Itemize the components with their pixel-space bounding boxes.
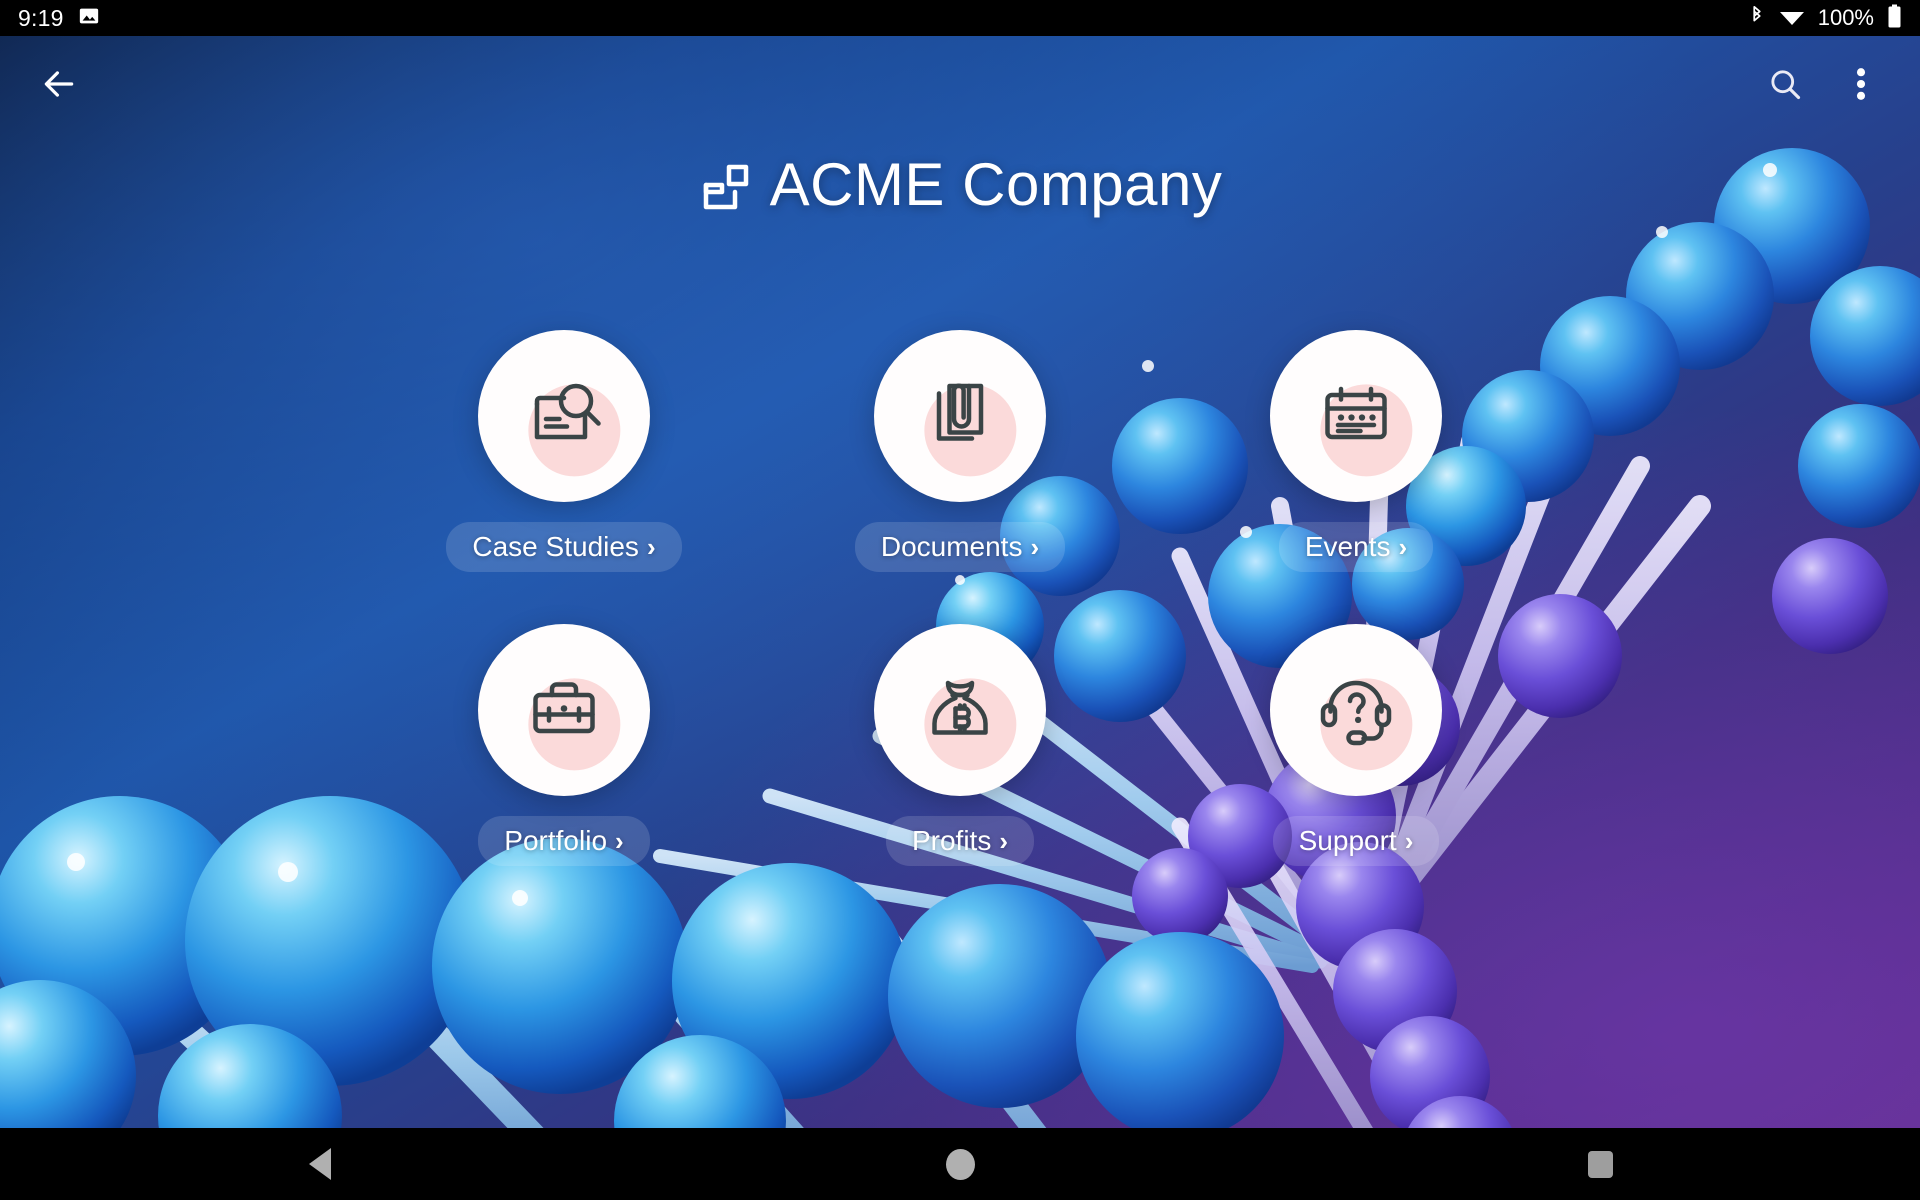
nav-recents-icon <box>1587 1150 1613 1178</box>
search-button[interactable] <box>1754 55 1816 117</box>
chevron-right-icon: › <box>999 826 1009 856</box>
tile-label-text: Case Studies <box>472 531 639 562</box>
paperclip-documents-icon <box>936 383 984 441</box>
battery-percent: 100% <box>1817 5 1874 30</box>
briefcase-icon <box>533 682 595 734</box>
chevron-right-icon: › <box>1398 532 1408 562</box>
status-bar-right: 100% <box>1748 4 1902 33</box>
nav-back-icon <box>309 1148 331 1180</box>
tile-case-studies[interactable]: Case Studies › <box>366 330 762 572</box>
tile-support-label[interactable]: Support › <box>1272 816 1440 866</box>
back-button[interactable] <box>28 55 90 117</box>
chevron-right-icon: › <box>646 532 656 562</box>
tile-support[interactable]: Support › <box>1158 624 1554 866</box>
overflow-menu-button[interactable] <box>1830 55 1892 117</box>
tile-label-text: Portfolio <box>504 825 608 856</box>
search-icon <box>1767 66 1803 107</box>
tile-portfolio-label[interactable]: Portfolio › <box>478 816 650 866</box>
tile-profits[interactable]: Profits › <box>762 624 1158 866</box>
tile-support-circle <box>1270 624 1442 796</box>
chevron-right-icon: › <box>615 826 624 856</box>
tile-portfolio-circle <box>478 624 650 796</box>
headset-question-icon <box>1320 680 1392 746</box>
android-screen: 9:19 100% ACME Company Case Studies › Do… <box>0 0 1920 1200</box>
image-icon <box>78 5 100 32</box>
tile-case-studies-label[interactable]: Case Studies › <box>446 522 682 572</box>
tile-documents-circle <box>874 330 1046 502</box>
android-navigation-bar <box>0 1128 1920 1200</box>
calendar-icon <box>1325 386 1387 440</box>
nav-back-button[interactable] <box>245 1128 395 1200</box>
tile-label-text: Profits <box>911 825 992 856</box>
tile-events[interactable]: Events › <box>1158 330 1554 572</box>
tile-label-text: Support <box>1298 825 1397 856</box>
money-bag-bitcoin-icon <box>932 680 988 735</box>
tile-case-studies-circle <box>478 330 650 502</box>
tile-documents-label[interactable]: Documents › <box>854 522 1066 572</box>
app-bar <box>0 36 1920 136</box>
battery-icon <box>1887 4 1902 33</box>
bluetooth-icon <box>1748 5 1766 32</box>
tile-label-text: Events <box>1304 531 1391 562</box>
tile-label-text: Documents <box>880 531 1023 562</box>
chevron-right-icon: › <box>1030 532 1040 562</box>
tile-events-circle <box>1270 330 1442 502</box>
more-options-icon <box>1847 67 1875 106</box>
tile-profits-circle <box>874 624 1046 796</box>
nav-home-button[interactable] <box>885 1128 1035 1200</box>
wifi-icon <box>1779 5 1805 32</box>
tile-profits-label[interactable]: Profits › <box>885 816 1035 866</box>
document-search-icon <box>534 383 601 440</box>
tile-documents[interactable]: Documents › <box>762 330 1158 572</box>
shortcut-grid: Case Studies › Documents › Events › Port… <box>0 330 1920 866</box>
status-bar-left: 9:19 <box>18 5 100 32</box>
back-arrow-icon <box>40 65 78 108</box>
nav-recents-button[interactable] <box>1525 1128 1675 1200</box>
tile-events-label[interactable]: Events › <box>1278 522 1434 572</box>
nav-home-icon <box>945 1148 975 1180</box>
tile-portfolio[interactable]: Portfolio › <box>366 624 762 866</box>
app-bar-actions <box>1754 55 1892 117</box>
chevron-right-icon: › <box>1404 826 1414 856</box>
status-time: 9:19 <box>18 4 64 31</box>
status-bar: 9:19 100% <box>0 0 1920 36</box>
